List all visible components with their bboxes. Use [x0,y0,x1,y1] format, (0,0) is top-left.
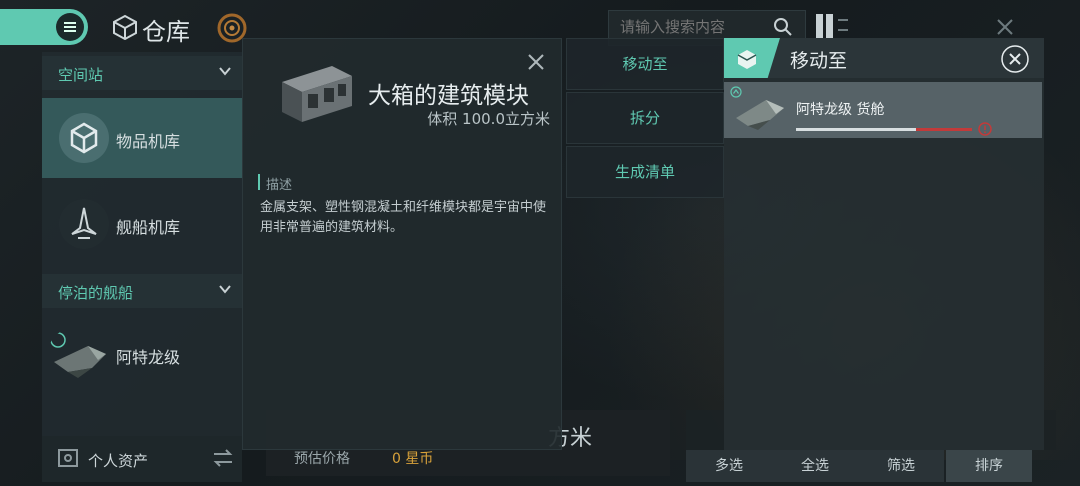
item-image [282,66,352,122]
sidebar-item-label: 舰船机库 [116,218,181,237]
asset-icon [58,449,78,467]
menu-button[interactable] [0,9,88,45]
sort-button[interactable]: 排序 [946,450,1032,482]
sidebar-item-label: 物品机库 [116,132,181,151]
close-icon[interactable] [522,48,550,76]
swap-icon[interactable] [212,448,234,468]
description-title: 描述 [266,178,293,193]
split-button[interactable]: 拆分 [566,92,724,144]
item-volume: 体积 100.0立方米 [427,110,550,128]
sidebar: 空间站 物品机库 舰船机库 停泊的舰船 阿特龙级 [42,52,242,482]
section-docked[interactable]: 停泊的舰船 [42,274,242,308]
price-label: 预估价格 [294,451,350,467]
chevron-down-icon [219,285,231,294]
alert-icon [978,122,992,136]
filter-button[interactable]: 筛选 [858,450,944,482]
description-text: 金属支架、塑性钢混凝土和纤维模块都是宇宙中使用非常普遍的建筑材料。 [260,200,547,235]
move-to-title: 移动至 [790,50,848,72]
section-docked-label: 停泊的舰船 [58,284,134,302]
multi-select-button[interactable]: 多选 [686,450,772,482]
sidebar-item-item-hangar[interactable]: 物品机库 [42,98,242,178]
sidebar-item-docked-ship[interactable]: 阿特龙级 [42,314,242,394]
ship-icon [59,199,109,249]
section-station[interactable]: 空间站 [42,56,242,90]
capacity-fill [796,128,916,131]
box-icon [59,113,109,163]
chevron-down-icon [219,67,231,76]
search-icon[interactable] [772,16,794,38]
page-title: 仓库 [142,18,190,46]
box-icon [737,50,757,69]
search-input[interactable] [618,18,768,37]
select-all-button[interactable]: 全选 [772,450,858,482]
sidebar-item-ship-hangar[interactable]: 舰船机库 [42,184,242,264]
item-name: 大箱的建筑模块 [368,83,529,109]
section-station-label: 空间站 [58,66,104,84]
menu-icon [56,13,84,41]
sidebar-item-label: 阿特龙级 [116,348,181,367]
create-list-button[interactable]: 生成清单 [566,146,724,198]
ship-thumbnail [50,332,106,378]
cube-icon [113,14,137,40]
target-cargo-name: 阿特龙级 货舱 [796,102,885,118]
price-value: 0 星币 [392,451,434,467]
personal-assets-label: 个人资产 [88,452,149,470]
close-icon[interactable] [1000,44,1030,74]
description-marker [258,174,260,190]
capacity-overflow [916,128,972,131]
level-badge-icon [730,86,742,98]
personal-assets-row[interactable]: 个人资产 [42,436,242,482]
move-to-button[interactable]: 移动至 [566,38,724,90]
